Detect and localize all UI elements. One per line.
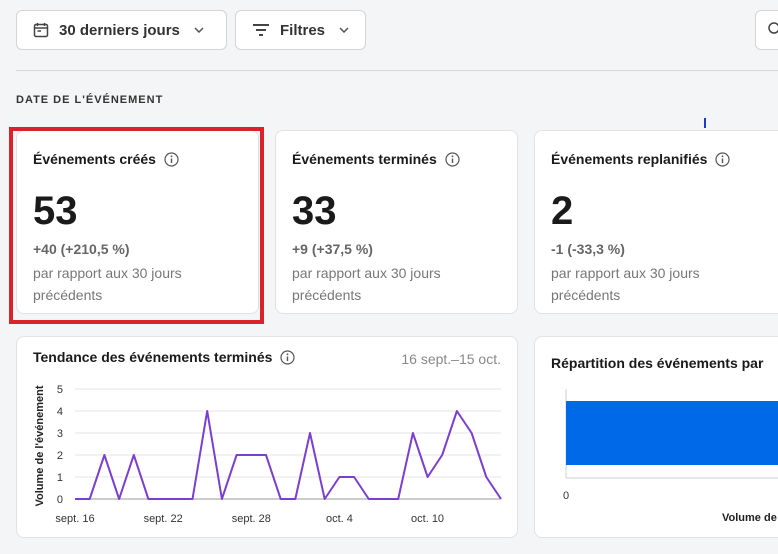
kpi-title-text: Événements replanifiés [551, 151, 708, 167]
y-tick-label: 0 [57, 494, 63, 506]
kpi-title: Événements terminés [292, 151, 460, 167]
gear-icon [766, 20, 778, 40]
chevron-down-icon [194, 27, 204, 33]
y-tick-label: 3 [57, 428, 63, 440]
kpi-comparison: par rapport aux 30 jours précédents [292, 265, 441, 303]
y-tick-label: 4 [57, 406, 63, 418]
distribution-bar-chart: 0 Volume de [563, 389, 778, 524]
kpi-card-completed[interactable]: Événements terminés 33 +9 (+37,5 %) par … [275, 130, 518, 314]
date-range-button[interactable]: 30 derniers jours [16, 10, 227, 50]
kpi-delta: +9 (+37,5 %) [292, 241, 373, 257]
filter-icon [252, 23, 270, 37]
date-range-label: 30 derniers jours [59, 21, 180, 39]
toolbar-divider [16, 70, 778, 71]
y-tick-label: 2 [57, 450, 63, 462]
x-axis-label: Volume de [722, 512, 777, 524]
kpi-card-rescheduled[interactable]: Événements replanifiés 2 -1 (-33,3 %) pa… [534, 130, 778, 314]
y-axis-label: Volume de l'événement [34, 385, 46, 506]
kpi-title: Événements replanifiés [551, 151, 731, 167]
kpi-delta: -1 (-33,3 %) [551, 241, 625, 257]
x-tick-label: oct. 10 [411, 513, 444, 525]
x-tick-label: oct. 4 [326, 513, 353, 525]
highlight-box [9, 127, 264, 324]
trend-line-chart: 0 1 2 3 4 5 Volume de l'événement sept. 16 sept.… [34, 384, 502, 525]
kpi-value: 2 [551, 189, 574, 233]
x-tick-label: sept. 28 [232, 513, 271, 525]
trend-chart-card[interactable]: Tendance des événements terminés 16 sept… [16, 336, 518, 538]
x-tick-label: sept. 16 [55, 513, 94, 525]
kpi-comparison: par rapport aux 30 jours précédents [551, 265, 700, 303]
calendar-icon [33, 22, 49, 38]
y-tick-label: 1 [57, 472, 63, 484]
decorative-tick [704, 118, 706, 128]
info-icon[interactable] [445, 151, 460, 167]
distribution-chart-card[interactable]: Répartition des événements par 0 Volume d… [534, 336, 778, 538]
y-tick-label: 5 [57, 384, 63, 396]
info-icon[interactable] [715, 151, 731, 167]
x-tick-label: sept. 22 [144, 513, 183, 525]
filters-button[interactable]: Filtres [235, 10, 366, 50]
section-label: DATE DE L'ÉVÉNEMENT [16, 94, 164, 106]
kpi-value: 33 [292, 189, 337, 233]
chevron-down-icon [339, 27, 349, 33]
filters-label: Filtres [280, 21, 326, 39]
kpi-title-text: Événements terminés [292, 151, 437, 167]
bar [566, 401, 778, 465]
x-tick-label: 0 [563, 490, 569, 502]
settings-button[interactable] [755, 10, 778, 50]
